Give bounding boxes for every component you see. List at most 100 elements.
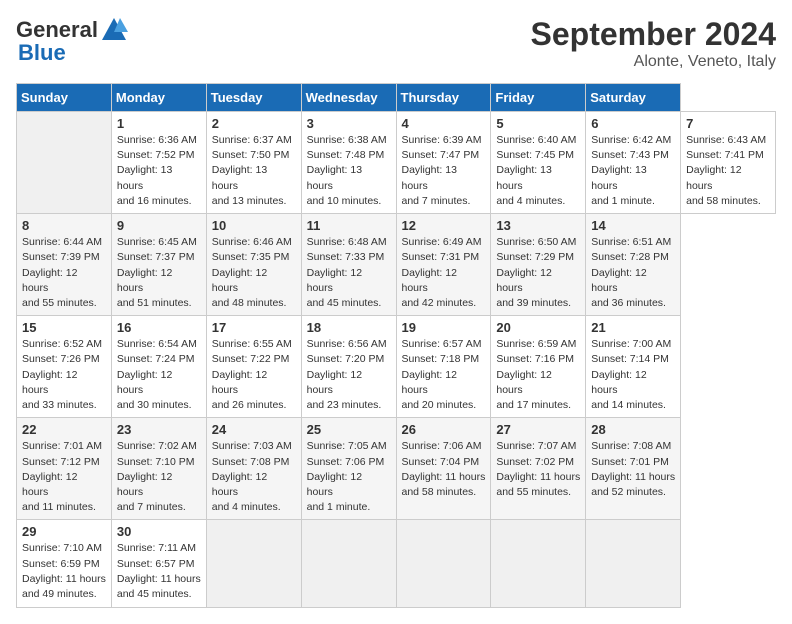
- day-info: Sunrise: 7:10 AM Sunset: 6:59 PM Dayligh…: [22, 542, 106, 600]
- calendar-cell: 15 Sunrise: 6:52 AM Sunset: 7:26 PM Dayli…: [17, 316, 112, 418]
- calendar-cell: 4Sunrise: 6:39 AM Sunset: 7:47 PM Daylig…: [396, 112, 491, 214]
- day-number: 10: [212, 218, 296, 233]
- day-number: 18: [307, 320, 391, 335]
- logo: General Blue: [16, 16, 128, 66]
- day-header: Friday: [491, 84, 586, 112]
- calendar-cell: [396, 520, 491, 608]
- day-number: 1: [117, 116, 201, 131]
- logo-icon: [100, 16, 128, 44]
- calendar-cell: 19 Sunrise: 6:57 AM Sunset: 7:18 PM Dayli…: [396, 316, 491, 418]
- calendar-week-row: 15 Sunrise: 6:52 AM Sunset: 7:26 PM Dayli…: [17, 316, 776, 418]
- calendar-table: SundayMondayTuesdayWednesdayThursdayFrid…: [16, 83, 776, 608]
- calendar-week-row: 29 Sunrise: 7:10 AM Sunset: 6:59 PM Dayli…: [17, 520, 776, 608]
- day-info: Sunrise: 6:56 AM Sunset: 7:20 PM Dayligh…: [307, 338, 387, 411]
- day-number: 2: [212, 116, 296, 131]
- calendar-cell: 17 Sunrise: 6:55 AM Sunset: 7:22 PM Dayli…: [206, 316, 301, 418]
- day-number: 11: [307, 218, 391, 233]
- logo-general: General: [16, 19, 98, 41]
- calendar-week-row: 22Sunrise: 7:01 AM Sunset: 7:12 PM Dayli…: [17, 418, 776, 520]
- day-info: Sunrise: 6:59 AM Sunset: 7:16 PM Dayligh…: [496, 338, 576, 411]
- calendar-cell: [586, 520, 681, 608]
- day-number: 8: [22, 218, 106, 233]
- calendar-header-row: SundayMondayTuesdayWednesdayThursdayFrid…: [17, 84, 776, 112]
- day-info: Sunrise: 6:48 AM Sunset: 7:33 PM Dayligh…: [307, 236, 387, 309]
- day-info: Sunrise: 7:06 AM Sunset: 7:04 PM Dayligh…: [402, 440, 486, 498]
- day-info: Sunrise: 6:40 AM Sunset: 7:45 PM Dayligh…: [496, 134, 576, 207]
- day-header: Wednesday: [301, 84, 396, 112]
- day-info: Sunrise: 6:55 AM Sunset: 7:22 PM Dayligh…: [212, 338, 292, 411]
- day-info: Sunrise: 6:54 AM Sunset: 7:24 PM Dayligh…: [117, 338, 197, 411]
- calendar-cell: 8 Sunrise: 6:44 AM Sunset: 7:39 PM Daylig…: [17, 214, 112, 316]
- calendar-cell: 9 Sunrise: 6:45 AM Sunset: 7:37 PM Daylig…: [111, 214, 206, 316]
- logo-blue: Blue: [18, 40, 66, 66]
- day-info: Sunrise: 6:42 AM Sunset: 7:43 PM Dayligh…: [591, 134, 671, 207]
- calendar-cell: [301, 520, 396, 608]
- day-number: 25: [307, 422, 391, 437]
- day-number: 21: [591, 320, 675, 335]
- month-title: September 2024: [531, 16, 776, 53]
- location-subtitle: Alonte, Veneto, Italy: [531, 53, 776, 71]
- day-info: Sunrise: 6:44 AM Sunset: 7:39 PM Dayligh…: [22, 236, 102, 309]
- day-number: 29: [22, 524, 106, 539]
- day-number: 9: [117, 218, 201, 233]
- day-number: 19: [402, 320, 486, 335]
- calendar-week-row: 1Sunrise: 6:36 AM Sunset: 7:52 PM Daylig…: [17, 112, 776, 214]
- calendar-cell: 29 Sunrise: 7:10 AM Sunset: 6:59 PM Dayli…: [17, 520, 112, 608]
- calendar-cell: 28 Sunrise: 7:08 AM Sunset: 7:01 PM Dayli…: [586, 418, 681, 520]
- day-info: Sunrise: 6:45 AM Sunset: 7:37 PM Dayligh…: [117, 236, 197, 309]
- day-number: 28: [591, 422, 675, 437]
- calendar-cell: 21 Sunrise: 7:00 AM Sunset: 7:14 PM Dayli…: [586, 316, 681, 418]
- calendar-cell: 23Sunrise: 7:02 AM Sunset: 7:10 PM Dayli…: [111, 418, 206, 520]
- calendar-cell: 26 Sunrise: 7:06 AM Sunset: 7:04 PM Dayli…: [396, 418, 491, 520]
- calendar-cell: 16 Sunrise: 6:54 AM Sunset: 7:24 PM Dayli…: [111, 316, 206, 418]
- day-number: 15: [22, 320, 106, 335]
- day-info: Sunrise: 6:57 AM Sunset: 7:18 PM Dayligh…: [402, 338, 482, 411]
- calendar-cell: 30Sunrise: 7:11 AM Sunset: 6:57 PM Dayli…: [111, 520, 206, 608]
- day-number: 23: [117, 422, 201, 437]
- day-info: Sunrise: 6:37 AM Sunset: 7:50 PM Dayligh…: [212, 134, 292, 207]
- day-info: Sunrise: 7:07 AM Sunset: 7:02 PM Dayligh…: [496, 440, 580, 498]
- day-header: Thursday: [396, 84, 491, 112]
- day-number: 20: [496, 320, 580, 335]
- day-info: Sunrise: 7:01 AM Sunset: 7:12 PM Dayligh…: [22, 440, 102, 513]
- calendar-cell: 7Sunrise: 6:43 AM Sunset: 7:41 PM Daylig…: [681, 112, 776, 214]
- calendar-week-row: 8 Sunrise: 6:44 AM Sunset: 7:39 PM Daylig…: [17, 214, 776, 316]
- day-number: 24: [212, 422, 296, 437]
- calendar-cell: 10 Sunrise: 6:46 AM Sunset: 7:35 PM Dayli…: [206, 214, 301, 316]
- day-info: Sunrise: 6:38 AM Sunset: 7:48 PM Dayligh…: [307, 134, 387, 207]
- day-number: 27: [496, 422, 580, 437]
- day-header: Sunday: [17, 84, 112, 112]
- calendar-cell: 14 Sunrise: 6:51 AM Sunset: 7:28 PM Dayli…: [586, 214, 681, 316]
- day-info: Sunrise: 7:05 AM Sunset: 7:06 PM Dayligh…: [307, 440, 387, 513]
- day-info: Sunrise: 7:03 AM Sunset: 7:08 PM Dayligh…: [212, 440, 292, 513]
- calendar-cell: 2 Sunrise: 6:37 AM Sunset: 7:50 PM Daylig…: [206, 112, 301, 214]
- day-number: 14: [591, 218, 675, 233]
- calendar-cell: 13Sunrise: 6:50 AM Sunset: 7:29 PM Dayli…: [491, 214, 586, 316]
- calendar-cell: 22Sunrise: 7:01 AM Sunset: 7:12 PM Dayli…: [17, 418, 112, 520]
- calendar-cell: 1Sunrise: 6:36 AM Sunset: 7:52 PM Daylig…: [111, 112, 206, 214]
- day-number: 12: [402, 218, 486, 233]
- day-number: 26: [402, 422, 486, 437]
- day-info: Sunrise: 6:52 AM Sunset: 7:26 PM Dayligh…: [22, 338, 102, 411]
- day-info: Sunrise: 6:46 AM Sunset: 7:35 PM Dayligh…: [212, 236, 292, 309]
- day-info: Sunrise: 7:08 AM Sunset: 7:01 PM Dayligh…: [591, 440, 675, 498]
- day-number: 16: [117, 320, 201, 335]
- page-header: General Blue September 2024 Alonte, Vene…: [16, 16, 776, 71]
- day-number: 30: [117, 524, 201, 539]
- day-info: Sunrise: 7:00 AM Sunset: 7:14 PM Dayligh…: [591, 338, 671, 411]
- day-info: Sunrise: 6:51 AM Sunset: 7:28 PM Dayligh…: [591, 236, 671, 309]
- day-number: 3: [307, 116, 391, 131]
- day-number: 17: [212, 320, 296, 335]
- day-info: Sunrise: 6:39 AM Sunset: 7:47 PM Dayligh…: [402, 134, 482, 207]
- day-info: Sunrise: 6:49 AM Sunset: 7:31 PM Dayligh…: [402, 236, 482, 309]
- calendar-cell: 20 Sunrise: 6:59 AM Sunset: 7:16 PM Dayli…: [491, 316, 586, 418]
- day-info: Sunrise: 6:43 AM Sunset: 7:41 PM Dayligh…: [686, 134, 766, 207]
- day-header: Saturday: [586, 84, 681, 112]
- day-number: 5: [496, 116, 580, 131]
- calendar-cell: 6Sunrise: 6:42 AM Sunset: 7:43 PM Daylig…: [586, 112, 681, 214]
- calendar-cell: 3 Sunrise: 6:38 AM Sunset: 7:48 PM Daylig…: [301, 112, 396, 214]
- calendar-cell: 27 Sunrise: 7:07 AM Sunset: 7:02 PM Dayli…: [491, 418, 586, 520]
- day-header: Tuesday: [206, 84, 301, 112]
- calendar-cell: [206, 520, 301, 608]
- day-number: 13: [496, 218, 580, 233]
